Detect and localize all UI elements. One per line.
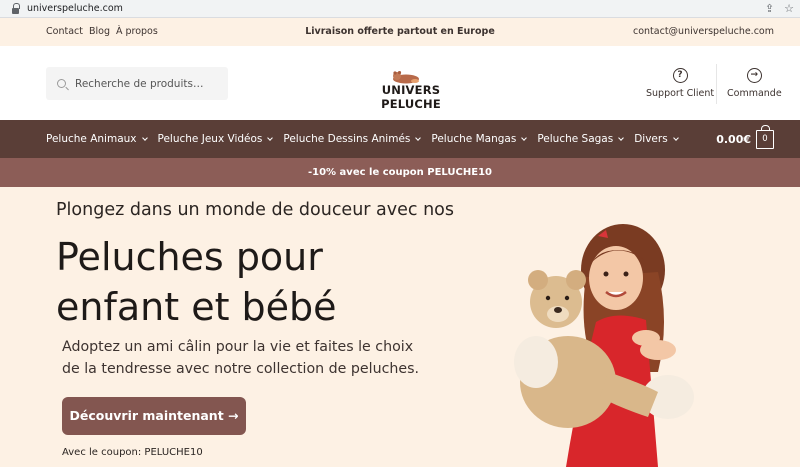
question-icon: ?: [672, 68, 688, 83]
main-navigation: Peluche Animaux Peluche Jeux Vidéos Pelu…: [0, 120, 800, 158]
nav-item-label: Divers: [634, 133, 668, 145]
sleeping-bear-logo-icon: [393, 71, 419, 84]
hero-section: Plongez dans un monde de douceur avec no…: [0, 187, 800, 467]
lock-icon: [12, 2, 20, 14]
hero-title: Peluches pour enfant et bébé: [56, 235, 337, 329]
chevron-down-icon: [141, 134, 148, 141]
nav-item-divers[interactable]: Divers: [634, 133, 679, 145]
contact-email-link[interactable]: contact@universpeluche.com: [633, 26, 774, 37]
chevron-down-icon: [521, 134, 528, 141]
arrow-right-circle-icon: →: [746, 68, 762, 83]
browser-address-bar[interactable]: universpeluche.com ⇪ ☆: [0, 0, 800, 18]
bookmark-star-icon[interactable]: ☆: [784, 2, 794, 16]
order-label: Commande: [727, 88, 782, 99]
cart-total[interactable]: 0.00€: [716, 133, 751, 146]
nav-item-label: Peluche Jeux Vidéos: [157, 133, 263, 145]
share-icon[interactable]: ⇪: [765, 2, 774, 16]
order-button[interactable]: → Commande: [727, 68, 782, 99]
girl-hugging-teddy-bear-image: [514, 224, 694, 467]
nav-item-peluche-sagas[interactable]: Peluche Sagas: [537, 133, 625, 145]
nav-item-label: Peluche Animaux: [46, 133, 137, 145]
discover-now-button[interactable]: Découvrir maintenant →: [62, 397, 246, 435]
nav-item-label: Peluche Dessins Animés: [283, 133, 411, 145]
site-header: Recherche de produits… UNIVERS PELUCHE ?…: [0, 46, 800, 120]
search-placeholder: Recherche de produits…: [75, 77, 204, 90]
url-text[interactable]: universpeluche.com: [27, 3, 123, 14]
header-divider: [716, 64, 717, 104]
chevron-down-icon: [618, 134, 625, 141]
top-info-bar: Contact Blog À propos Livraison offerte …: [0, 18, 800, 46]
chevron-down-icon: [267, 134, 274, 141]
hero-coupon-note: Avec le coupon: PELUCHE10: [62, 447, 203, 458]
support-client-label: Support Client: [646, 88, 715, 99]
coupon-banner: -10% avec le coupon PELUCHE10: [0, 158, 800, 187]
chevron-down-icon: [672, 134, 679, 141]
nav-item-peluche-jeux-videos[interactable]: Peluche Jeux Vidéos: [157, 133, 274, 145]
search-input[interactable]: Recherche de produits…: [46, 67, 228, 100]
chevron-down-icon: [415, 134, 422, 141]
hero-subtitle: Plongez dans un monde de douceur avec no…: [56, 200, 454, 220]
support-client-button[interactable]: ? Support Client: [646, 68, 714, 99]
nav-item-label: Peluche Mangas: [431, 133, 517, 145]
site-logo[interactable]: UNIVERS PELUCHE: [359, 68, 463, 111]
nav-item-peluche-mangas[interactable]: Peluche Mangas: [431, 133, 528, 145]
logo-text: UNIVERS PELUCHE: [381, 83, 441, 111]
hero-description: Adoptez un ami câlin pour la vie et fait…: [62, 339, 419, 377]
search-icon: [57, 79, 66, 88]
nav-item-peluche-animaux[interactable]: Peluche Animaux: [46, 133, 148, 145]
nav-item-peluche-dessins-animes[interactable]: Peluche Dessins Animés: [283, 133, 422, 145]
cart-bag-icon[interactable]: 0: [756, 125, 774, 149]
nav-item-label: Peluche Sagas: [537, 133, 614, 145]
